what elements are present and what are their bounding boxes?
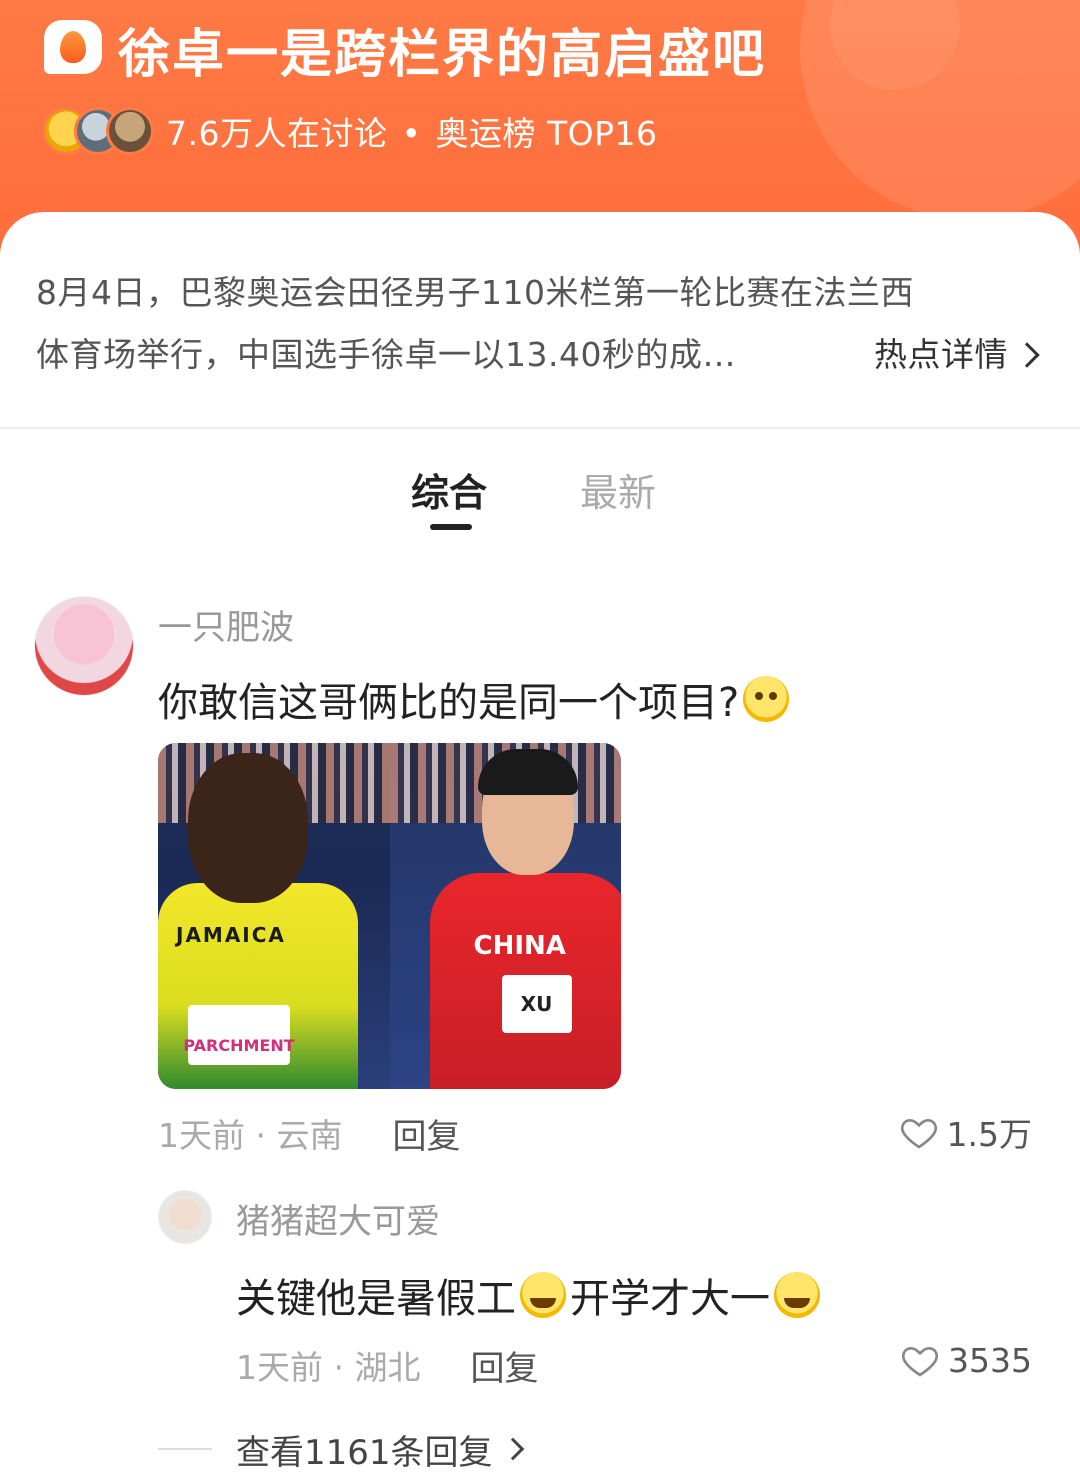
- comment-username[interactable]: 一只肥波: [158, 600, 294, 649]
- reply-username[interactable]: 猪猪超大可爱: [236, 1194, 440, 1243]
- like-button[interactable]: 1.5万: [899, 1108, 1032, 1156]
- comment-footer: 1天前 · 云南 回复 1.5万: [158, 1108, 1038, 1158]
- reply-button[interactable]: 回复: [392, 1109, 460, 1158]
- summary-line-1: 8月4日，巴黎奥运会田径男子110米栏第一轮比赛在法兰西: [36, 273, 914, 312]
- tab-comprehensive[interactable]: 综合: [411, 462, 487, 517]
- comment-text: 你敢信这哥俩比的是同一个项目?: [158, 670, 790, 728]
- participant-avatars[interactable]: [42, 107, 154, 155]
- like-count: 3535: [948, 1340, 1032, 1380]
- like-count: 1.5万: [946, 1115, 1032, 1154]
- hot-detail-label: 热点详情: [874, 335, 1008, 374]
- divider: [0, 427, 1080, 429]
- tears-of-joy-emoji-icon: [520, 1272, 566, 1318]
- reply-button[interactable]: 回复: [470, 1341, 538, 1390]
- topic-stats: 7.6万人在讨论 • 奥运榜 TOP16: [166, 107, 657, 155]
- topic-meta: 7.6万人在讨论 • 奥运榜 TOP16: [42, 104, 657, 158]
- discussion-count: 7.6万人在讨论: [166, 114, 388, 153]
- chevron-right-icon: [1014, 342, 1040, 368]
- tab-latest[interactable]: 最新: [580, 462, 656, 517]
- chevron-right-icon: [501, 1437, 524, 1461]
- view-more-replies[interactable]: 查看1161条回复: [158, 1424, 524, 1474]
- avatar[interactable]: [34, 596, 134, 696]
- topic-title: 徐卓一是跨栏界的高启盛吧: [118, 25, 767, 85]
- reply-text: 关键他是暑假工 开学才大一: [236, 1266, 824, 1324]
- view-more-replies-label: 查看1161条回复: [236, 1432, 493, 1473]
- jersey-label: CHINA: [473, 931, 566, 961]
- divider: [158, 1448, 212, 1450]
- image-right-athlete: CHINA XU: [389, 743, 621, 1089]
- meta-separator: •: [401, 114, 422, 153]
- reply-footer: 1天前 · 湖北 回复 3535: [236, 1340, 1038, 1390]
- reply-body-part2: 开学才大一: [570, 1276, 770, 1322]
- bib-label: PARCHMENT: [183, 1036, 295, 1055]
- like-button[interactable]: 3535: [900, 1340, 1032, 1380]
- bib-label: XU: [520, 992, 553, 1016]
- comment-time-location: 1天前 · 云南: [158, 1116, 343, 1155]
- reply-body-part1: 关键他是暑假工: [236, 1276, 516, 1322]
- avatar[interactable]: [158, 1190, 212, 1244]
- flame-icon: [44, 20, 102, 74]
- hot-detail-link[interactable]: 热点详情: [874, 324, 1040, 386]
- rank-badge[interactable]: 奥运榜 TOP16: [435, 114, 657, 153]
- heart-icon: [899, 1112, 939, 1152]
- active-tab-indicator: [430, 524, 472, 530]
- pleading-emoji-icon: [774, 1272, 820, 1318]
- comment-body: 你敢信这哥俩比的是同一个项目?: [158, 680, 740, 726]
- jersey-label: JAMAICA: [176, 923, 286, 947]
- image-left-athlete: JAMAICA PARCHMENT: [158, 743, 390, 1089]
- summary-line-2: 体育场举行，中国选手徐卓一以13.40秒的成…: [36, 335, 736, 374]
- reply-time-location: 1天前 · 湖北: [236, 1348, 421, 1387]
- topic-summary[interactable]: 8月4日，巴黎奥运会田径男子110米栏第一轮比赛在法兰西 体育场举行，中国选手徐…: [36, 262, 1046, 386]
- smile-emoji-icon: [743, 676, 790, 722]
- sort-tabs: 综合 最新: [0, 462, 1080, 542]
- heart-icon: [900, 1340, 940, 1380]
- comment-image[interactable]: JAMAICA PARCHMENT CHINA XU: [158, 743, 621, 1089]
- avatar: [106, 107, 154, 155]
